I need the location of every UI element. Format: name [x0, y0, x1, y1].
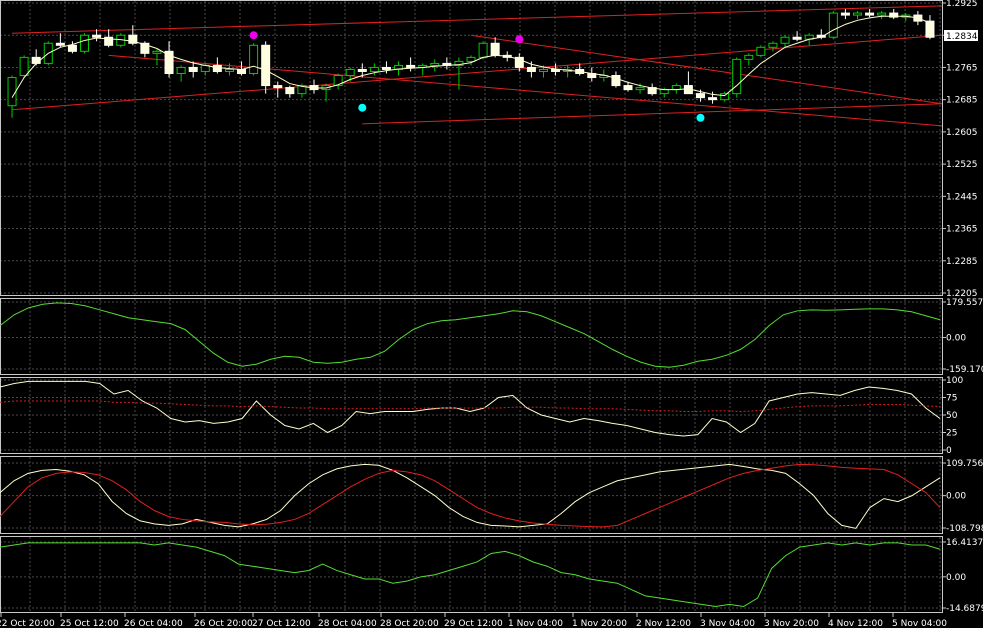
candle-body: [31, 56, 41, 64]
y-tick-label: 1.2525: [946, 160, 978, 170]
x-tick-label: 1 Nov 04:00: [508, 619, 563, 628]
x-tick-label: 1 Nov 20:00: [572, 619, 627, 628]
candle-body: [768, 42, 778, 48]
y-tick-label: 1.2445: [946, 192, 978, 202]
candle-body: [188, 66, 198, 72]
x-tick-label: 26 Oct 20:00: [194, 619, 253, 628]
buy-signal-dot: [696, 113, 705, 122]
y-tick-label: 0.00: [946, 492, 966, 502]
y-tick-label: 25: [946, 429, 957, 439]
candle-body: [7, 77, 17, 107]
y-tick-label: 1.2765: [946, 63, 978, 73]
x-tick-label: 3 Nov 20:00: [764, 619, 819, 628]
x-tick-label: 2 Nov 12:00: [636, 619, 691, 628]
candle-body: [611, 75, 621, 87]
candle-body: [369, 66, 379, 72]
x-tick-label: 29 Oct 12:00: [444, 619, 503, 628]
sell-signal-dot: [249, 31, 258, 40]
x-tick-label: 5 Nov 04:00: [892, 619, 947, 628]
x-tick-label: 22 Oct 20:00: [0, 619, 55, 628]
x-tick-label: 26 Oct 04:00: [124, 619, 183, 628]
candle-body: [792, 36, 802, 40]
x-tick-label: 27 Oct 12:00: [252, 619, 311, 628]
candle-body: [430, 62, 440, 66]
candle-body: [273, 85, 283, 89]
candle-body: [865, 12, 875, 16]
candle-body: [249, 44, 259, 74]
candle-body: [357, 68, 367, 72]
y-tick-label: -14.6879: [946, 604, 983, 614]
candle-body: [780, 36, 790, 44]
y-tick-label: -108.798: [946, 524, 983, 534]
candle-body: [285, 87, 295, 95]
x-tick-label: 28 Oct 04:00: [318, 619, 377, 628]
candle-body: [237, 68, 247, 74]
candle-body: [840, 12, 850, 16]
candle-body: [852, 12, 862, 16]
candle-body: [406, 64, 416, 68]
candle-body: [152, 50, 162, 54]
candle-body: [720, 93, 730, 101]
candle-body: [261, 44, 271, 87]
y-tick-label: 75: [946, 394, 957, 404]
candle-body: [925, 20, 935, 38]
x-tick-label: 28 Oct 20:00: [380, 619, 439, 628]
buy-signal-dot: [358, 103, 367, 112]
candle-body: [92, 34, 102, 38]
candle-body: [877, 12, 887, 16]
x-tick-label: 25 Oct 12:00: [60, 619, 119, 628]
candle-body: [80, 34, 90, 52]
chart-svg: 1.29251.28451.27651.26851.26051.25251.24…: [0, 0, 983, 628]
y-tick-label: 1.2605: [946, 128, 978, 138]
y-tick-label: 109.7567: [946, 459, 983, 469]
candle-body: [176, 66, 186, 74]
candle-body: [478, 42, 488, 58]
y-tick-label: 1.2365: [946, 225, 978, 235]
y-tick-label: 1.2925: [946, 0, 978, 9]
sell-signal-dot: [515, 35, 524, 44]
y-tick-label: 16.4137: [946, 538, 983, 548]
y-tick-label: 0.00: [946, 573, 966, 583]
y-tick-label: 1.2285: [946, 257, 978, 267]
candle-body: [212, 64, 222, 72]
current-price-label: 1.2834: [946, 32, 978, 42]
candle-body: [345, 68, 355, 77]
y-tick-label: 100: [946, 376, 963, 386]
y-tick-label: 50: [946, 411, 958, 421]
candle-body: [466, 56, 476, 62]
candle-body: [526, 66, 536, 72]
x-tick-label: 4 Nov 12:00: [828, 619, 883, 628]
candle-body: [381, 66, 391, 70]
candle-body: [828, 12, 838, 38]
y-tick-label: 1.2685: [946, 96, 978, 106]
y-tick-label: 0: [946, 446, 952, 456]
candle-body: [538, 68, 548, 72]
candle-body: [659, 89, 669, 95]
current-price-tag: 1.2834: [944, 30, 978, 42]
candle-body: [55, 42, 65, 46]
y-tick-label: 0.00: [946, 334, 966, 344]
candle-body: [490, 42, 500, 56]
candle-body: [744, 54, 754, 60]
candle-body: [623, 85, 633, 91]
candle-body: [708, 97, 718, 101]
y-tick-label: 179.5573: [946, 298, 983, 308]
candle-body: [756, 46, 766, 56]
candle-body: [635, 87, 645, 91]
candle-body: [164, 50, 174, 74]
candle-body: [224, 68, 234, 72]
y-tick-label: -159.170: [946, 365, 983, 375]
candle-body: [67, 44, 77, 52]
candle-body: [19, 56, 29, 76]
candle-body: [695, 93, 705, 99]
x-tick-label: 3 Nov 04:00: [700, 619, 755, 628]
